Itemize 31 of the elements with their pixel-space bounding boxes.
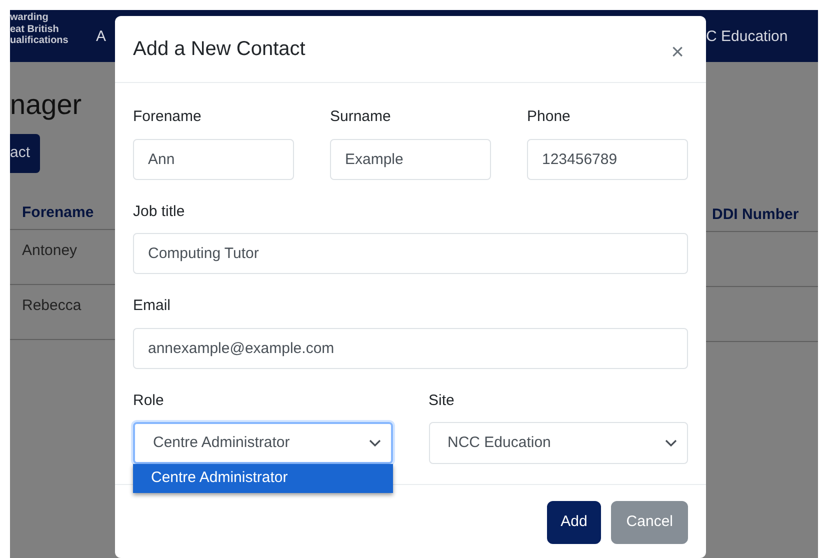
chevron-down-icon [665, 439, 677, 447]
field-label: Forename [133, 107, 202, 127]
field-label: Role [133, 390, 164, 410]
modal-title: Add a New Contact [133, 37, 306, 61]
field-label: Surname [330, 107, 391, 127]
logo-text: eat British [10, 24, 60, 35]
nav-link[interactable]: C Education [706, 10, 788, 48]
input-field[interactable]: Computing Tutor [133, 233, 688, 274]
page-heading: nager [10, 88, 83, 122]
field-label: Site [428, 390, 454, 410]
field-label: Phone [527, 107, 570, 127]
input-field[interactable]: 123456789 [527, 138, 688, 180]
logo-text: ualifications [10, 35, 70, 46]
input-field[interactable]: Example [330, 138, 491, 180]
input-field[interactable]: annexample@example.com [133, 328, 688, 368]
select-field[interactable]: NCC Education [428, 422, 688, 464]
add-button[interactable]: Add [546, 501, 602, 544]
select-field[interactable]: Centre Administrator [133, 422, 392, 464]
table-cell: Rebecca [22, 297, 82, 314]
chevron-down-icon [368, 439, 380, 447]
field-label: Email [133, 296, 171, 316]
logo-text: warding [10, 12, 50, 24]
dropdown-option[interactable]: Centre Administrator [133, 464, 392, 492]
column-header: Forename [22, 204, 94, 222]
table-cell: Antoney [22, 242, 78, 260]
nav-link[interactable]: A [96, 10, 106, 48]
input-field[interactable]: Ann [133, 138, 294, 180]
close-button[interactable]: × [667, 41, 688, 63]
field-label: Job title [133, 202, 185, 222]
add-contact-button[interactable]: act [10, 134, 40, 174]
column-header: DDI Number [712, 206, 799, 223]
